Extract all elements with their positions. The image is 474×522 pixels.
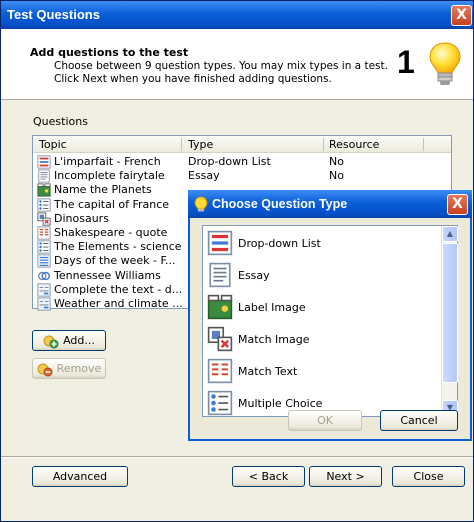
match-image-icon bbox=[37, 212, 51, 226]
question-topic: Days of the week - F... bbox=[54, 254, 176, 268]
question-topic: Tennessee Williams bbox=[54, 268, 161, 282]
questions-label: Questions bbox=[33, 115, 88, 128]
next-button[interactable]: Next > bbox=[309, 466, 382, 487]
question-type: Essay bbox=[188, 169, 220, 183]
column-resource[interactable]: Resource bbox=[329, 138, 379, 151]
dialog-cancel-button[interactable]: Cancel bbox=[380, 410, 458, 431]
question-type-label: Match Text bbox=[238, 365, 298, 378]
header-heading: Add questions to the test bbox=[30, 46, 189, 59]
question-type-label: Drop-down List bbox=[238, 237, 321, 250]
question-type-item[interactable]: Match Text bbox=[205, 356, 441, 388]
label-image-icon bbox=[207, 294, 233, 320]
scroll-thumb[interactable] bbox=[442, 243, 458, 383]
question-topic: The Elements - science bbox=[54, 240, 182, 254]
question-topic: L'imparfait - French bbox=[54, 155, 161, 168]
match-text-icon bbox=[37, 226, 51, 240]
question-resource: No bbox=[329, 155, 344, 168]
dialog-title: Choose Question Type bbox=[212, 197, 348, 211]
window-title: Test Questions bbox=[7, 7, 100, 22]
essay-icon bbox=[37, 169, 51, 183]
essay-icon bbox=[207, 262, 233, 288]
match-text-icon bbox=[207, 358, 233, 384]
close-button[interactable]: Close bbox=[392, 466, 465, 487]
label-image-icon bbox=[37, 183, 51, 197]
multiple-choice-icon bbox=[207, 390, 233, 416]
column-topic[interactable]: Topic bbox=[39, 138, 67, 151]
question-topic: Complete the text - d... bbox=[54, 282, 183, 296]
dialog-ok-button[interactable]: OK bbox=[288, 410, 362, 431]
column-type[interactable]: Type bbox=[188, 138, 213, 151]
back-button[interactable]: < Back bbox=[232, 466, 305, 487]
question-topic: Weather and climate ... bbox=[54, 297, 183, 310]
dialog-titlebar[interactable]: Choose Question Type bbox=[188, 190, 472, 218]
remove-question-button[interactable]: Remove bbox=[32, 358, 106, 379]
question-resource: No bbox=[329, 169, 344, 183]
link-icon bbox=[37, 269, 51, 283]
footer-divider bbox=[1, 456, 473, 458]
question-type-item[interactable]: Drop-down List bbox=[205, 228, 441, 260]
question-type-scrollbar[interactable]: ▲ ▼ bbox=[441, 226, 458, 416]
complete-text-icon bbox=[37, 283, 51, 297]
header-description-line2: Click Next when you have finished adding… bbox=[54, 73, 332, 85]
question-type-label: Label Image bbox=[238, 301, 306, 314]
drop-down-list-icon bbox=[37, 155, 51, 169]
question-topic: Shakespeare - quote bbox=[54, 226, 168, 239]
question-type: Drop-down List bbox=[188, 155, 271, 168]
question-topic: Incomplete fairytale bbox=[54, 169, 165, 183]
lightbulb-icon bbox=[427, 41, 463, 87]
complete-text-icon bbox=[37, 297, 51, 311]
question-type-item[interactable]: Essay bbox=[205, 260, 441, 292]
wizard-header: Add questions to the test Choose between… bbox=[1, 29, 473, 100]
match-image-icon bbox=[207, 326, 233, 352]
question-topic: Name the Planets bbox=[54, 183, 152, 197]
ordering-icon bbox=[37, 254, 51, 268]
multiple-choice-icon bbox=[37, 240, 51, 254]
question-type-item[interactable]: Label Image bbox=[205, 292, 441, 324]
advanced-button[interactable]: Advanced bbox=[32, 466, 128, 487]
questions-list-header: Topic Type Resource bbox=[33, 136, 451, 153]
lightbulb-small-icon bbox=[194, 196, 208, 215]
window-close-button[interactable]: X bbox=[451, 5, 472, 26]
header-description-line1: Choose between 9 question types. You may… bbox=[54, 60, 388, 72]
question-type-item[interactable]: Match Image bbox=[205, 324, 441, 356]
step-number: 1 bbox=[397, 44, 415, 80]
scroll-up-icon[interactable]: ▲ bbox=[442, 226, 458, 242]
remove-icon bbox=[37, 361, 53, 377]
header-description: Choose between 9 question types. You may… bbox=[54, 60, 394, 86]
dialog-close-button[interactable]: X bbox=[447, 194, 468, 215]
question-topic: The capital of France bbox=[54, 197, 170, 211]
question-type-label: Essay bbox=[238, 269, 270, 282]
window-titlebar[interactable]: Test Questions bbox=[1, 1, 473, 29]
add-icon bbox=[43, 333, 59, 349]
question-type-label: Match Image bbox=[238, 333, 310, 346]
drop-down-list-icon bbox=[207, 230, 233, 256]
question-topic: Dinosaurs bbox=[54, 211, 109, 225]
add-question-button[interactable]: Add... bbox=[32, 330, 106, 351]
multiple-choice-icon bbox=[37, 198, 51, 212]
choose-question-type-dialog: Choose Question Type X Drop-down List Ess… bbox=[188, 190, 472, 441]
question-type-list[interactable]: Drop-down List Essay Label Image Match Imag… bbox=[202, 225, 458, 417]
question-type-label: Multiple Choice bbox=[238, 397, 323, 410]
